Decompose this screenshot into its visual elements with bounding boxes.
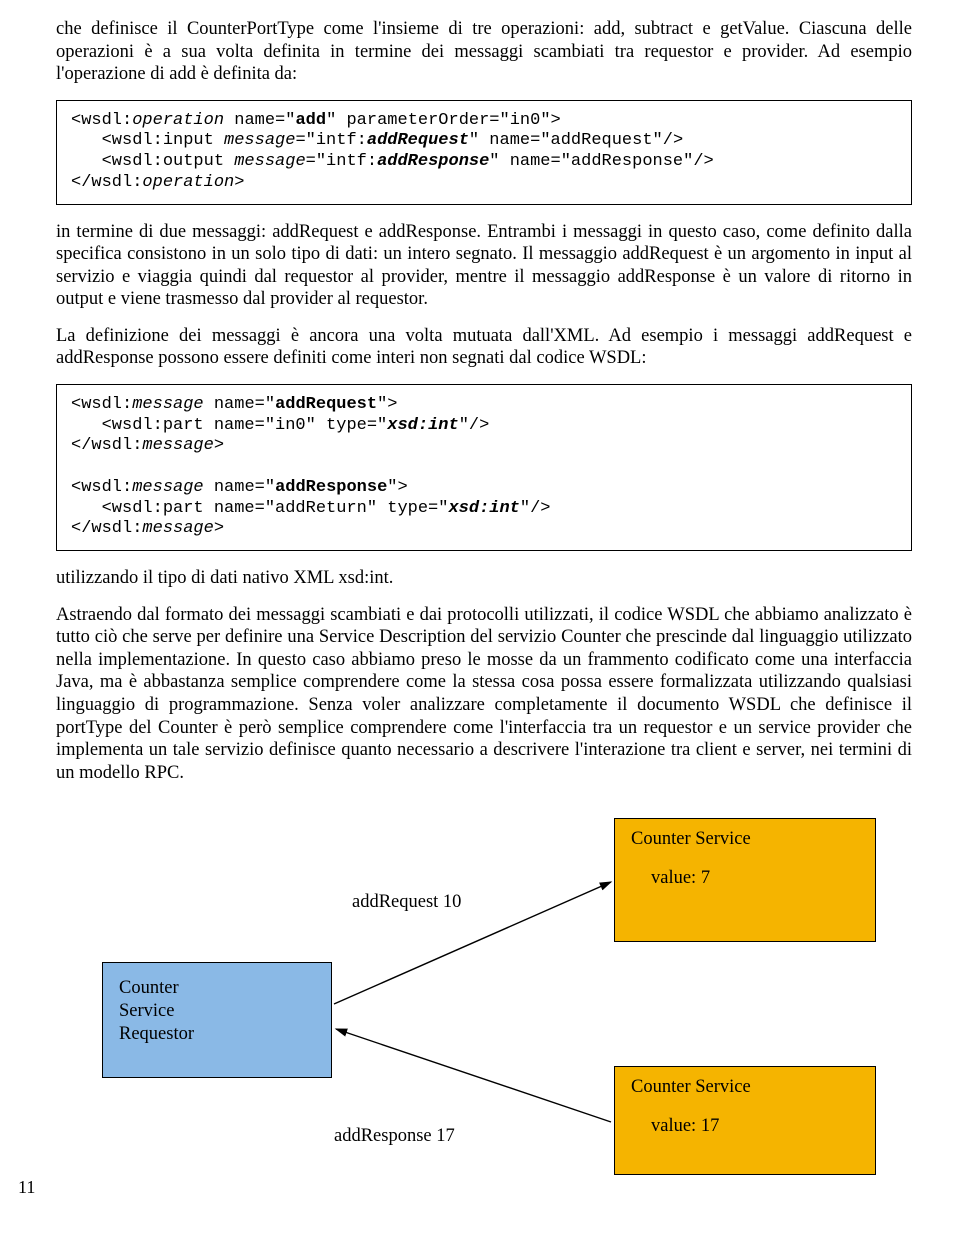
label-addresponse: addResponse 17 — [334, 1126, 455, 1147]
page: che definisce il CounterPortType come l'… — [0, 0, 960, 1204]
service-bottom-title: Counter Service — [631, 1077, 861, 1098]
rpc-diagram: Counter Service Requestor Counter Servic… — [56, 804, 912, 1174]
paragraph-1: che definisce il CounterPortType come l'… — [56, 18, 912, 86]
paragraph-3: utilizzando il tipo di dati nativo XML x… — [56, 567, 912, 590]
code-block-2: <wsdl:message name="addRequest"> <wsdl:p… — [56, 384, 912, 551]
service-box-top: Counter Service value: 7 — [614, 818, 876, 942]
code-block-1: <wsdl:operation name="add" parameterOrde… — [56, 100, 912, 205]
paragraph-2b: La definizione dei messaggi è ancora una… — [56, 325, 912, 370]
page-number: 11 — [18, 1177, 35, 1198]
service-top-value: value: 7 — [631, 868, 861, 889]
requestor-box: Counter Service Requestor — [102, 962, 332, 1078]
service-bottom-value: value: 17 — [631, 1116, 861, 1137]
service-top-title: Counter Service — [631, 829, 861, 850]
service-box-bottom: Counter Service value: 17 — [614, 1066, 876, 1175]
paragraph-4: Astraendo dal formato dei messaggi scamb… — [56, 604, 912, 785]
label-addrequest: addRequest 10 — [352, 892, 461, 913]
paragraph-2a: in termine di due messaggi: addRequest e… — [56, 221, 912, 311]
